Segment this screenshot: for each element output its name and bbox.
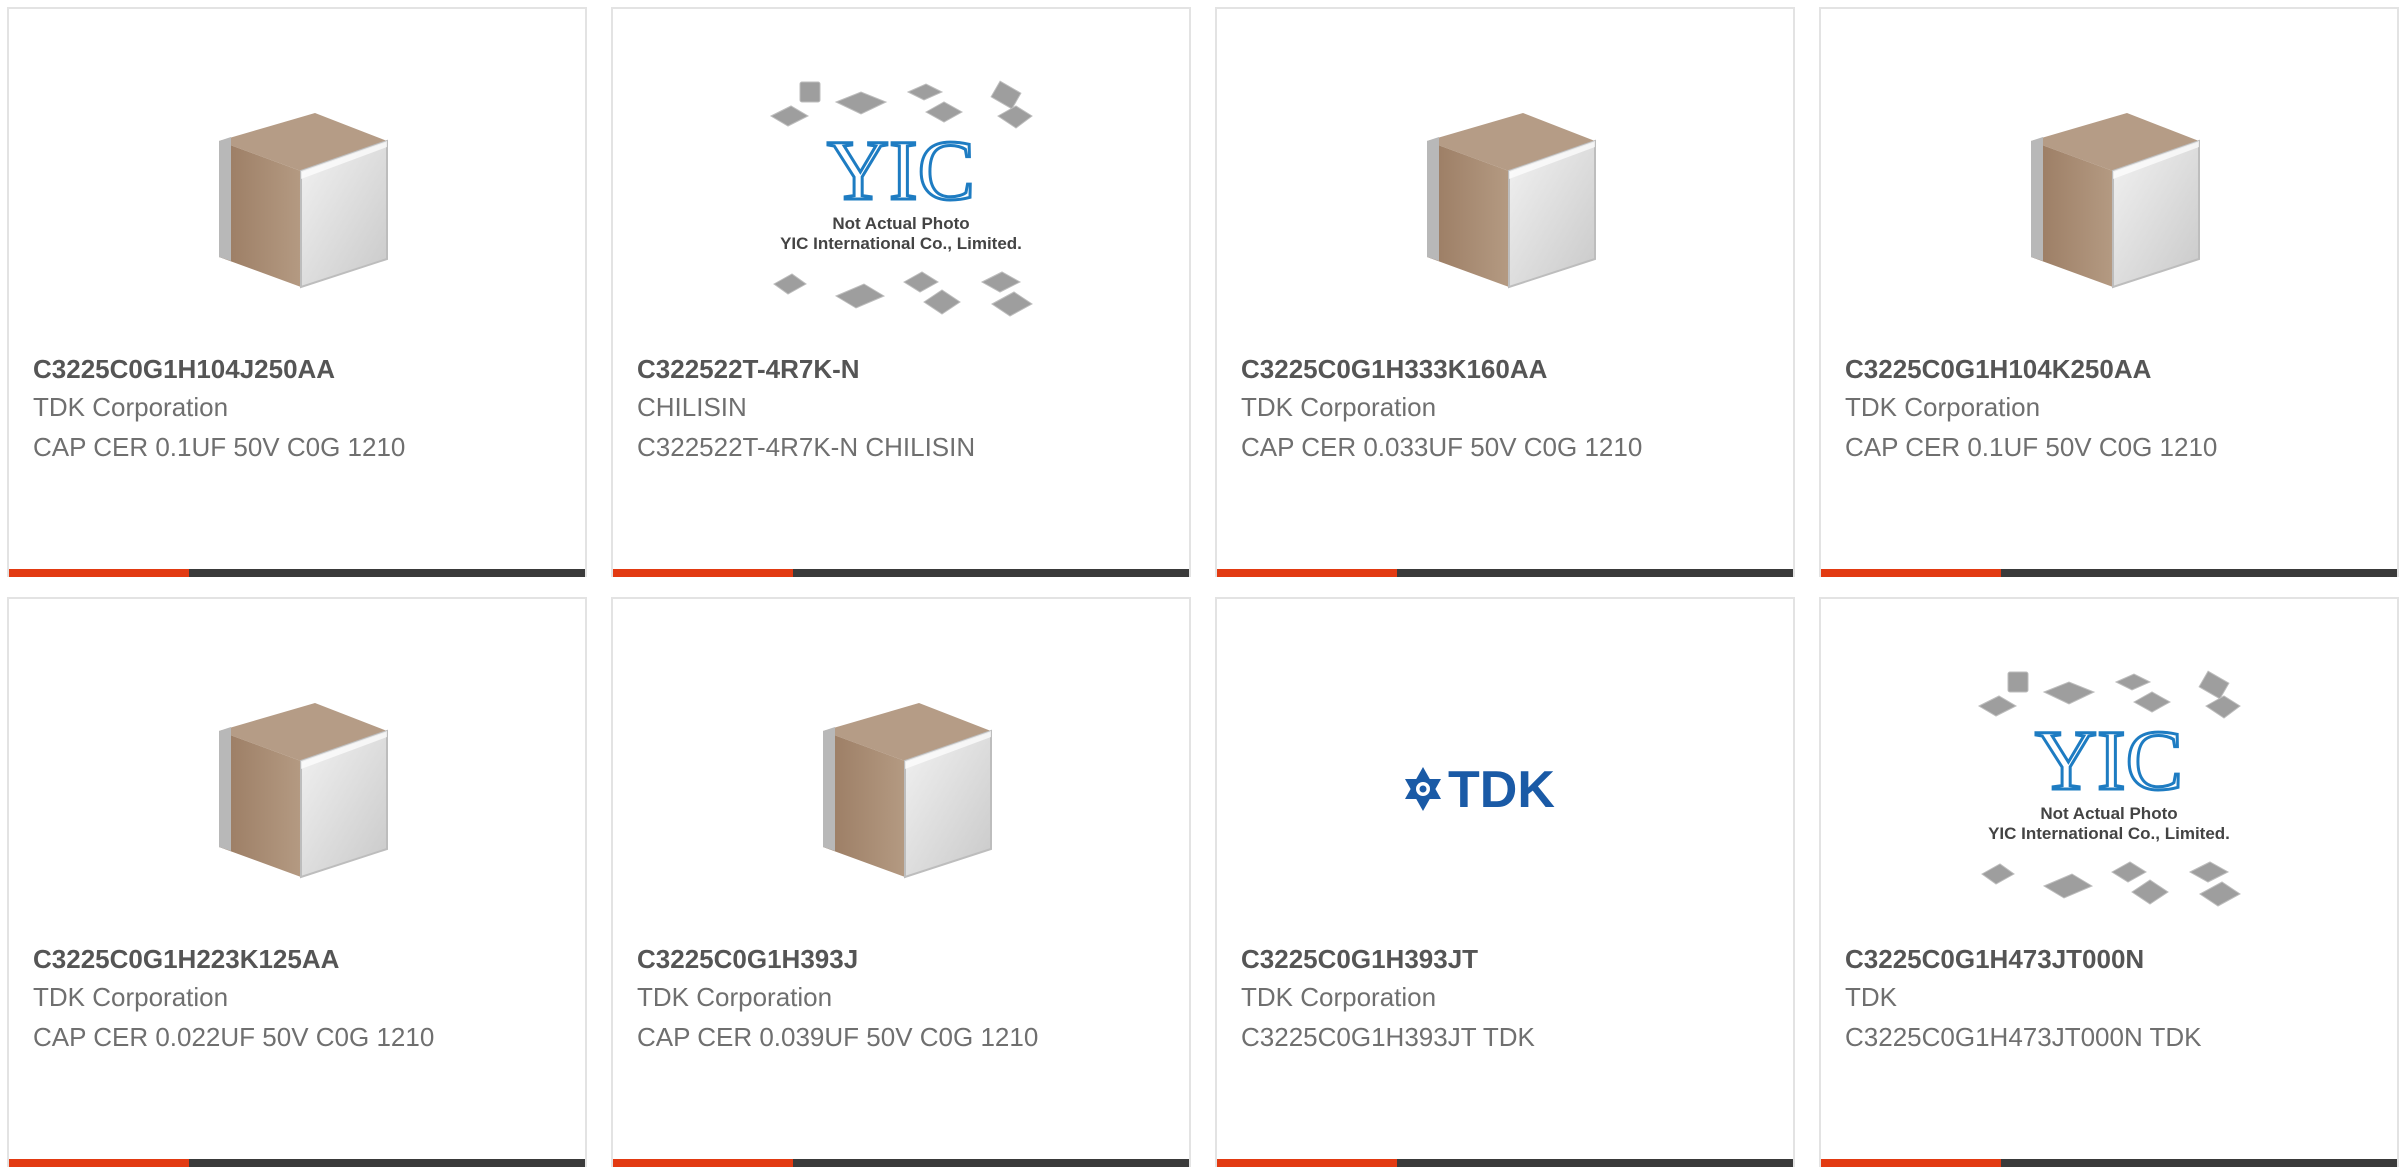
svg-text:Not Actual Photo: Not Actual Photo <box>832 214 969 233</box>
manufacturer: TDK <box>1845 982 1897 1012</box>
manufacturer: TDK Corporation <box>1241 392 1437 422</box>
card-accent <box>9 569 189 577</box>
card-footer-bar <box>1217 569 1793 577</box>
product-card[interactable]: C3225C0G1H104J250AA TDK Corporation CAP … <box>7 7 587 577</box>
product-card[interactable]: C3225C0G1H393J TDK Corporation CAP CER 0… <box>611 597 1191 1167</box>
part-number[interactable]: C3225C0G1H104K250AA <box>1845 354 2151 385</box>
product-image[interactable] <box>9 49 585 349</box>
tdk-logo-text: TDK <box>1448 761 1555 819</box>
product-image[interactable]: TDK <box>1217 639 1793 939</box>
card-accent <box>1821 569 2001 577</box>
card-accent <box>613 1159 793 1167</box>
description: CAP CER 0.1UF 50V C0G 1210 <box>33 432 406 462</box>
manufacturer: CHILISIN <box>637 392 747 422</box>
product-card[interactable]: C3225C0G1H104K250AA TDK Corporation CAP … <box>1819 7 2399 577</box>
part-number[interactable]: C3225C0G1H333K160AA <box>1241 354 1547 385</box>
description: C3225C0G1H393JT TDK <box>1241 1022 1535 1052</box>
card-footer-bar <box>1821 1159 2397 1167</box>
card-accent <box>9 1159 189 1167</box>
tdk-triangle-emblem-icon <box>1405 767 1441 811</box>
svg-text:Not Actual Photo: Not Actual Photo <box>2040 804 2177 823</box>
manufacturer: TDK Corporation <box>33 392 229 422</box>
part-number[interactable]: C3225C0G1H393JT <box>1241 944 1478 975</box>
card-footer-bar <box>9 1159 585 1167</box>
product-image[interactable] <box>1217 49 1793 349</box>
card-footer-bar <box>1821 569 2397 577</box>
product-image[interactable]: YIC Not Actual Photo YIC International C… <box>613 49 1189 349</box>
yic-placeholder-image: YIC Not Actual Photo YIC International C… <box>766 74 1036 324</box>
product-image[interactable] <box>613 639 1189 939</box>
description: C322522T-4R7K-N CHILISIN <box>637 432 976 462</box>
capacitor-chip-icon <box>1405 99 1605 299</box>
capacitor-chip-icon <box>197 99 397 299</box>
card-footer-bar <box>1217 1159 1793 1167</box>
part-number[interactable]: C3225C0G1H223K125AA <box>33 944 339 975</box>
svg-text:YIC International Co., Limited: YIC International Co., Limited. <box>1988 824 2230 843</box>
description: CAP CER 0.039UF 50V C0G 1210 <box>637 1022 1039 1052</box>
product-image[interactable] <box>9 639 585 939</box>
capacitor-chip-icon <box>197 689 397 889</box>
card-footer-bar <box>9 569 585 577</box>
capacitor-chip-icon <box>801 689 1001 889</box>
description: CAP CER 0.1UF 50V C0G 1210 <box>1845 432 2218 462</box>
product-card[interactable]: TDK C3225C0G1H393JT TDK Corporation C322… <box>1215 597 1795 1167</box>
manufacturer: TDK Corporation <box>33 982 229 1012</box>
svg-text:YIC: YIC <box>827 122 975 218</box>
product-image[interactable]: YIC Not Actual Photo YIC International C… <box>1821 639 2397 939</box>
product-card[interactable]: YIC Not Actual Photo YIC International C… <box>1819 597 2399 1167</box>
product-card[interactable]: YIC Not Actual Photo YIC International C… <box>611 7 1191 577</box>
svg-text:YIC: YIC <box>2035 712 2183 808</box>
description: CAP CER 0.033UF 50V C0G 1210 <box>1241 432 1643 462</box>
manufacturer: TDK Corporation <box>1241 982 1437 1012</box>
card-footer-bar <box>613 569 1189 577</box>
description: CAP CER 0.022UF 50V C0G 1210 <box>33 1022 435 1052</box>
part-number[interactable]: C3225C0G1H393J <box>637 944 858 975</box>
tdk-logo-icon: TDK <box>1400 759 1610 819</box>
svg-text:YIC International Co., Limited: YIC International Co., Limited. <box>780 234 1022 253</box>
card-footer-bar <box>613 1159 1189 1167</box>
part-number[interactable]: C322522T-4R7K-N <box>637 354 860 385</box>
yic-placeholder-image: YIC Not Actual Photo YIC International C… <box>1974 664 2244 914</box>
card-accent <box>1217 1159 1397 1167</box>
card-accent <box>1217 569 1397 577</box>
part-number[interactable]: C3225C0G1H104J250AA <box>33 354 335 385</box>
product-image[interactable] <box>1821 49 2397 349</box>
product-card[interactable]: C3225C0G1H223K125AA TDK Corporation CAP … <box>7 597 587 1167</box>
card-accent <box>613 569 793 577</box>
product-card[interactable]: C3225C0G1H333K160AA TDK Corporation CAP … <box>1215 7 1795 577</box>
card-accent <box>1821 1159 2001 1167</box>
capacitor-chip-icon <box>2009 99 2209 299</box>
manufacturer: TDK Corporation <box>1845 392 2041 422</box>
description: C3225C0G1H473JT000N TDK <box>1845 1022 2202 1052</box>
manufacturer: TDK Corporation <box>637 982 833 1012</box>
part-number[interactable]: C3225C0G1H473JT000N <box>1845 944 2144 975</box>
